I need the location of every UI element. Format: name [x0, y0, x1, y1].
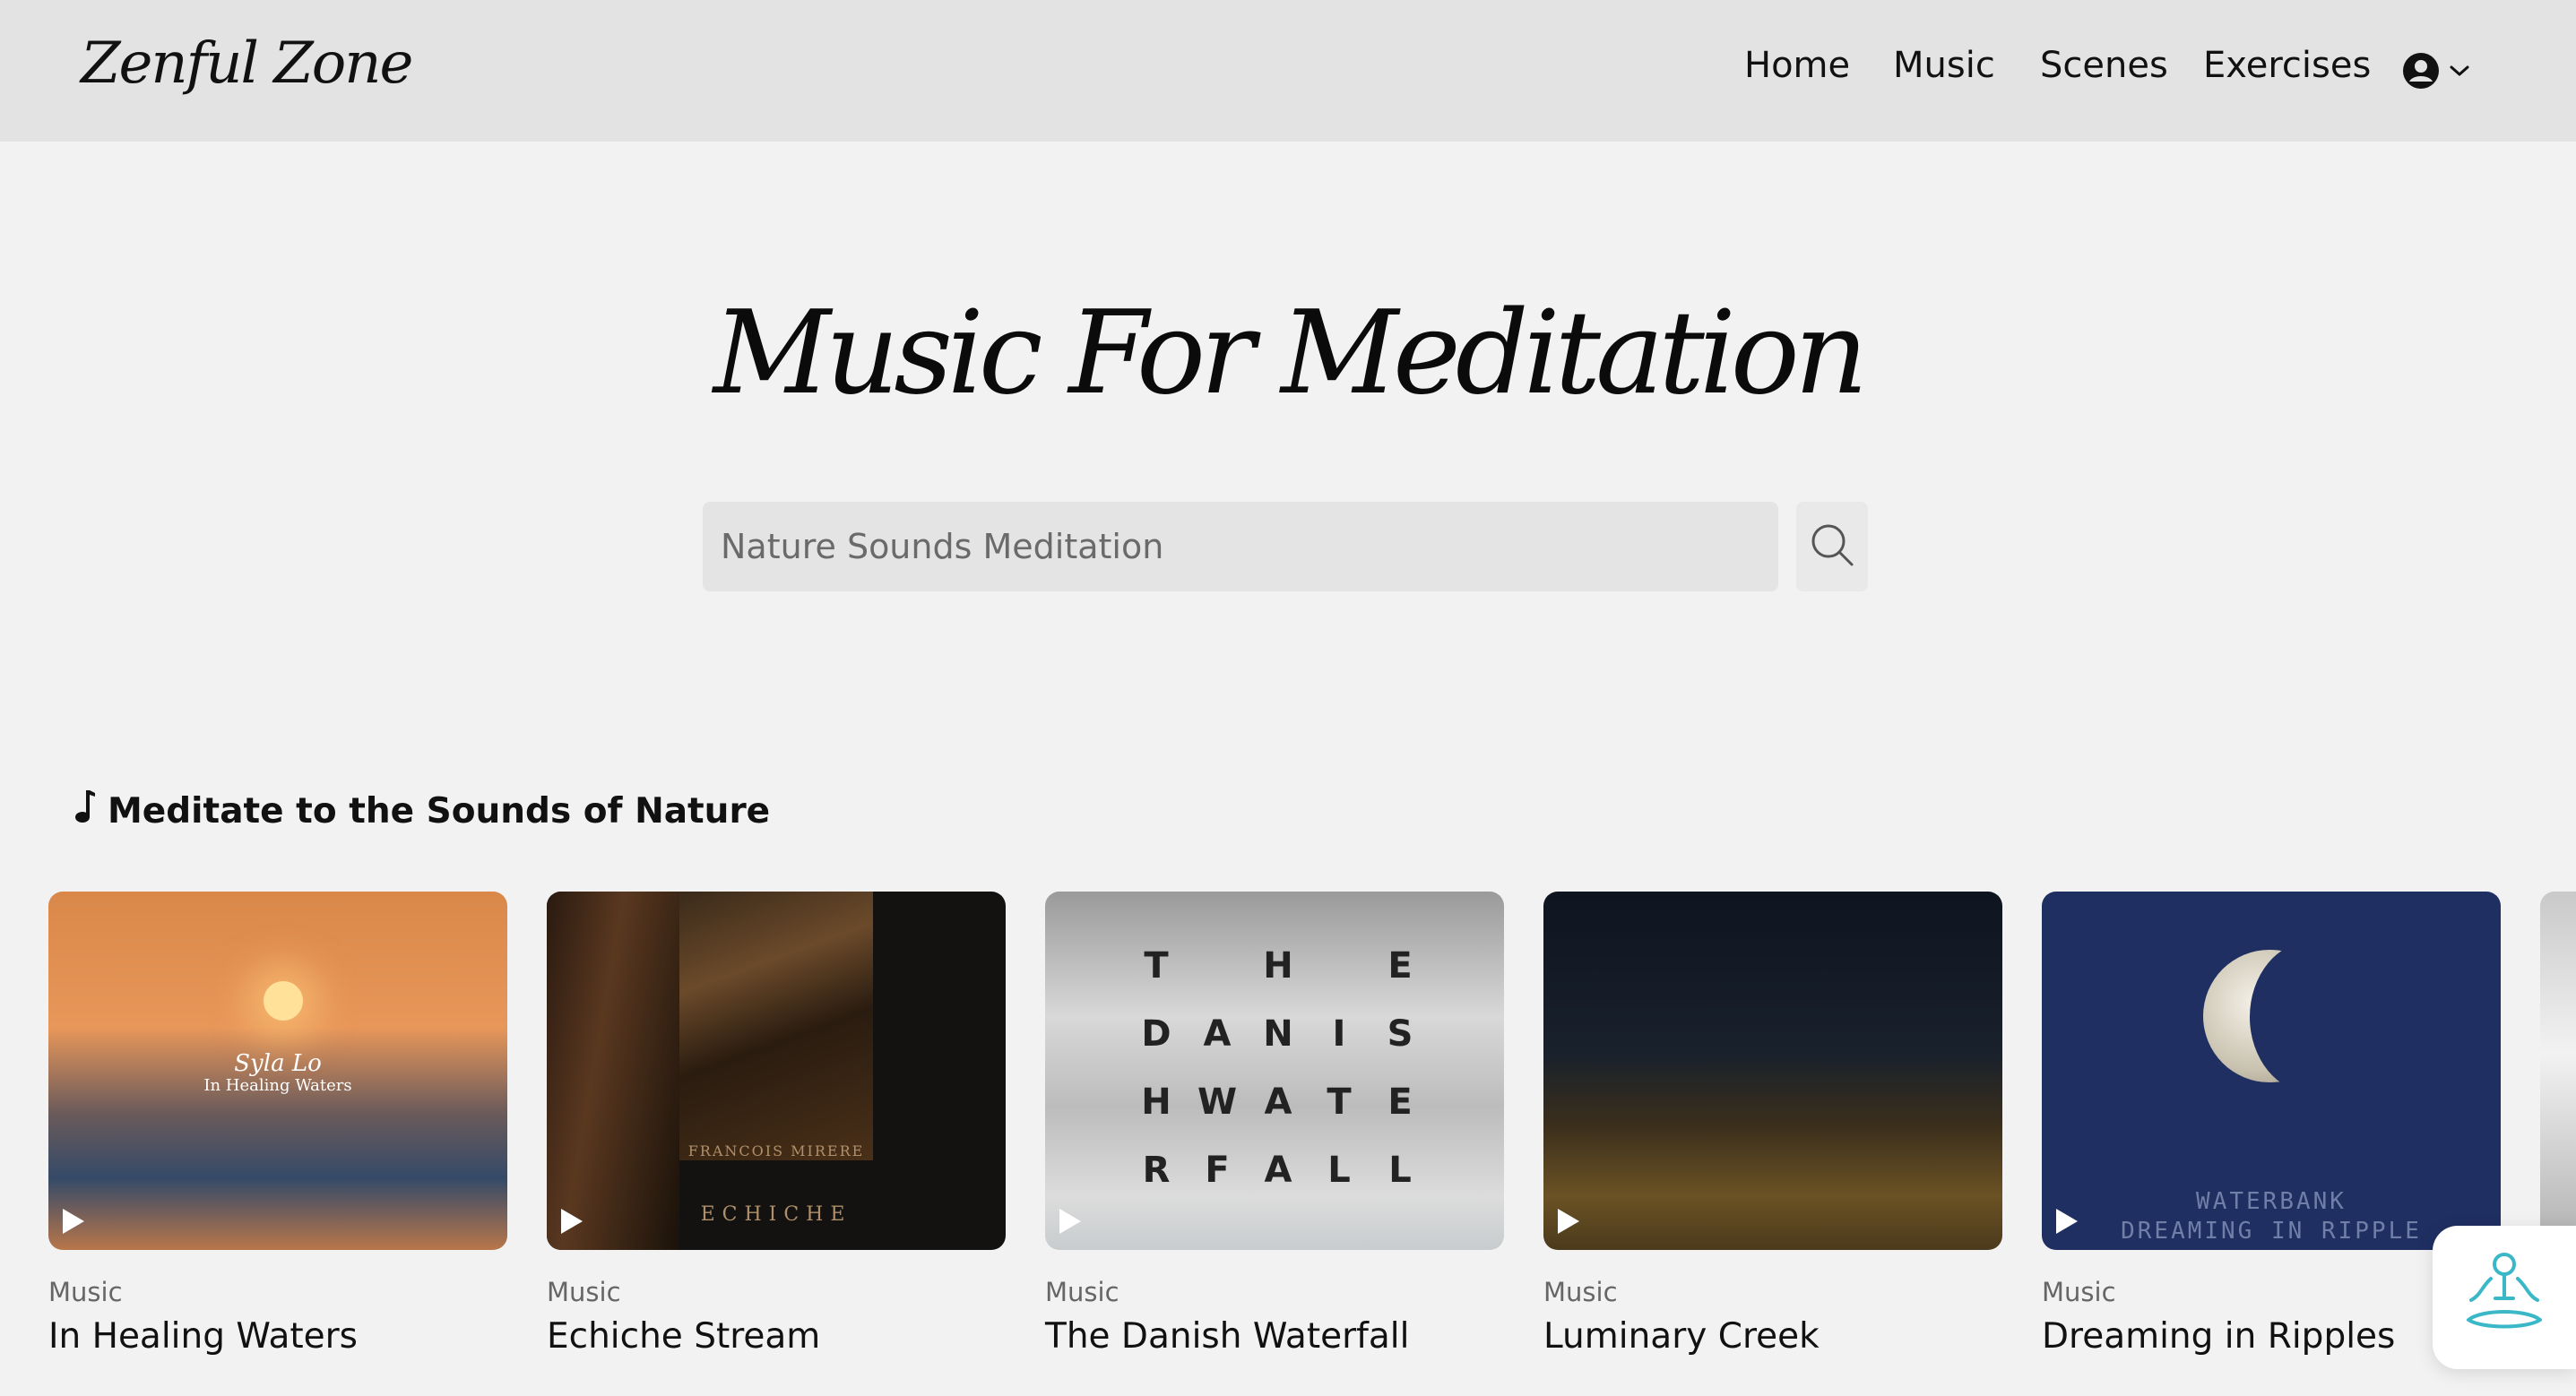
cover-letter: L [1388, 1150, 1412, 1191]
cover-letter: A [1203, 1013, 1232, 1055]
cover-letter: F [1205, 1150, 1230, 1191]
search-icon [1809, 521, 1855, 573]
play-icon[interactable] [1558, 1209, 1579, 1234]
cover-letter: E [1387, 1081, 1413, 1123]
music-card[interactable]: Music Luminary Creek [1543, 892, 2002, 1357]
cover-letter: H [1263, 945, 1293, 987]
card-cover[interactable]: WATERBANK DREAMING IN RIPPLE [2042, 892, 2501, 1250]
meditation-fab-button[interactable] [2433, 1226, 2576, 1369]
cover-letter: L [1327, 1150, 1351, 1191]
card-cover[interactable]: FRANCOIS MIRERE ECHICHE [547, 892, 1006, 1250]
cover-letter: T [1144, 945, 1169, 987]
user-circle-icon [2402, 52, 2440, 94]
marble-texture [547, 892, 679, 1250]
cover-artist: FRANCOIS MIRERE [687, 1142, 865, 1159]
chevron-down-icon [2449, 64, 2470, 82]
account-menu[interactable] [2402, 50, 2483, 95]
cover-album: ECHICHE [700, 1203, 852, 1226]
cover-letter: N [1263, 1013, 1293, 1055]
play-icon[interactable] [63, 1209, 84, 1234]
music-note-icon [73, 788, 95, 833]
cover-text: WATERBANK DREAMING IN RIPPLE [2042, 1187, 2501, 1245]
card-title[interactable]: Luminary Creek [1543, 1316, 2002, 1357]
cover-letter: A [1264, 1081, 1292, 1123]
page-title: Music For Meditation [713, 287, 1869, 420]
meditation-pose-icon [2455, 1246, 2554, 1349]
cover-letter: E [1387, 945, 1413, 987]
cover-letter: D [1141, 1013, 1171, 1055]
section-title: Meditate to the Sounds of Nature [108, 790, 771, 832]
card-cover[interactable]: T H E D A N I S H W A T E R F A L L [1045, 892, 1504, 1250]
cover-text: Syla Lo In Healing Waters [48, 1051, 507, 1094]
search-input[interactable] [703, 502, 1778, 591]
cover-letter: S [1387, 1013, 1413, 1055]
cover-letter: A [1264, 1150, 1292, 1191]
cover-album: DREAMING IN RIPPLE [2121, 1217, 2422, 1245]
cover-letter: H [1141, 1081, 1171, 1123]
card-category: Music [48, 1277, 123, 1307]
section-heading: Meditate to the Sounds of Nature [73, 788, 770, 833]
cover-letter: W [1197, 1081, 1238, 1123]
top-navigation-bar: Zenful Zone Home Music Scenes Exercises [0, 0, 2576, 142]
card-title[interactable]: In Healing Waters [48, 1316, 507, 1357]
card-title[interactable]: Echiche Stream [547, 1316, 1006, 1357]
marble-panel [679, 892, 873, 1160]
card-category: Music [547, 1277, 621, 1307]
next-card-partial[interactable] [2540, 892, 2576, 1250]
card-title[interactable]: The Danish Waterfall [1045, 1316, 1504, 1357]
play-icon[interactable] [1059, 1209, 1081, 1234]
cover-artist: Syla Lo [234, 1050, 322, 1077]
nav-exercises[interactable]: Exercises [2203, 45, 2371, 86]
moon-shadow [2250, 941, 2375, 1093]
search-button[interactable] [1796, 502, 1868, 591]
music-card[interactable]: FRANCOIS MIRERE ECHICHE Music Echiche St… [547, 892, 1006, 1357]
card-cover[interactable]: Syla Lo In Healing Waters [48, 892, 507, 1250]
app-logo[interactable]: Zenful Zone [81, 30, 413, 97]
cover-letter: I [1332, 1013, 1346, 1055]
card-category: Music [1045, 1277, 1119, 1307]
cover-letter: R [1142, 1150, 1171, 1191]
cover-album: In Healing Waters [203, 1075, 352, 1095]
nav-home[interactable]: Home [1744, 45, 1850, 86]
cover-letter-grid: T H E D A N I S H W A T E R F A L L [1126, 945, 1431, 1191]
nav-scenes[interactable]: Scenes [2040, 45, 2168, 86]
play-icon[interactable] [561, 1209, 583, 1234]
music-card[interactable]: Syla Lo In Healing Waters Music In Heali… [48, 892, 507, 1357]
card-category: Music [1543, 1277, 1618, 1307]
nav-music[interactable]: Music [1893, 45, 1995, 86]
music-card[interactable]: T H E D A N I S H W A T E R F A L L Musi… [1045, 892, 1504, 1357]
play-icon[interactable] [2056, 1209, 2078, 1234]
card-cover[interactable] [1543, 892, 2002, 1250]
cover-artist: WATERBANK [2196, 1188, 2347, 1215]
cover-letter: T [1327, 1081, 1352, 1123]
sun-graphic [264, 981, 303, 1021]
